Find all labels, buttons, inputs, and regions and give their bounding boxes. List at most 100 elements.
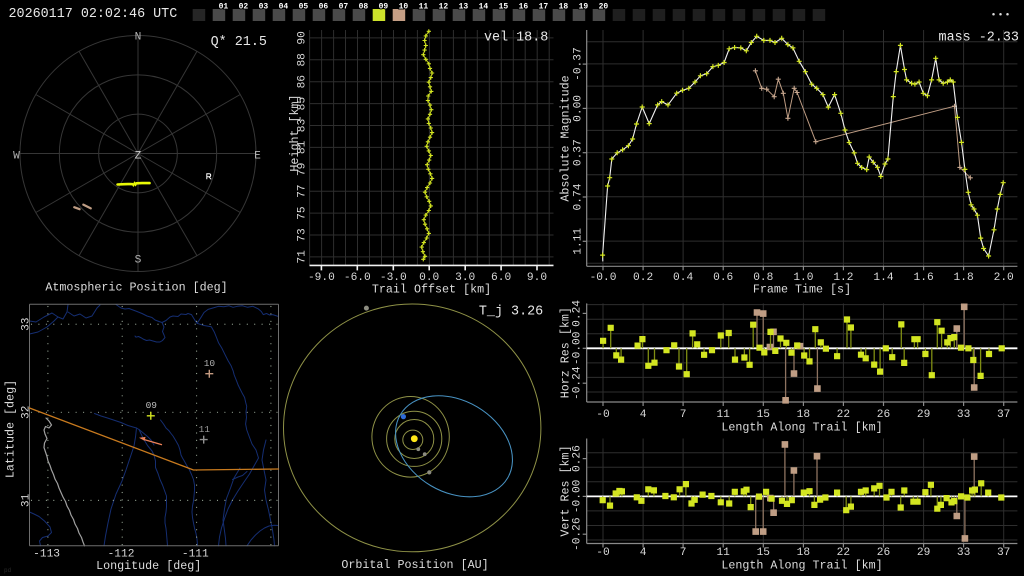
svg-text:4: 4 <box>640 547 647 559</box>
svg-text:T_j 3.26: T_j 3.26 <box>479 304 543 319</box>
svg-text:Vert Res [km]: Vert Res [km] <box>559 445 573 536</box>
svg-text:09: 09 <box>379 3 389 12</box>
svg-text:11: 11 <box>716 547 730 559</box>
svg-text:Horz Res [km]: Horz Res [km] <box>559 307 573 398</box>
svg-text:33: 33 <box>21 317 33 330</box>
svg-text:37: 37 <box>997 409 1010 421</box>
svg-text:S: S <box>135 255 142 267</box>
svg-text:0.74: 0.74 <box>573 183 585 210</box>
svg-text:-113: -113 <box>33 549 60 561</box>
svg-text:15: 15 <box>757 409 770 421</box>
svg-text:14: 14 <box>479 3 489 12</box>
svg-text:10: 10 <box>204 358 216 369</box>
svg-text:-0.37: -0.37 <box>573 47 585 81</box>
svg-text:Length Along Trail [km]: Length Along Trail [km] <box>721 421 882 435</box>
svg-text:31: 31 <box>21 493 33 507</box>
svg-text:19: 19 <box>579 3 589 12</box>
svg-text:-0: -0 <box>596 547 610 559</box>
svg-text:Atmospheric Position [deg]: Atmospheric Position [deg] <box>45 281 227 295</box>
svg-text:-9.0: -9.0 <box>308 272 335 284</box>
svg-text:26: 26 <box>877 547 890 559</box>
svg-text:1.4: 1.4 <box>873 272 893 284</box>
svg-text:73: 73 <box>297 228 309 241</box>
svg-text:17: 17 <box>539 3 549 12</box>
svg-text:06: 06 <box>319 3 329 12</box>
svg-text:01: 01 <box>219 3 229 12</box>
svg-text:03: 03 <box>259 3 269 12</box>
svg-text:4: 4 <box>640 409 647 421</box>
svg-text:10: 10 <box>399 3 409 12</box>
svg-text:Longitude [deg]: Longitude [deg] <box>96 559 201 573</box>
svg-text:11: 11 <box>419 3 429 12</box>
svg-text:33: 33 <box>957 547 970 559</box>
svg-text:75: 75 <box>297 206 309 219</box>
svg-text:-0: -0 <box>596 409 610 421</box>
svg-text:1.11: 1.11 <box>573 228 585 255</box>
svg-text:-0.00: -0.00 <box>572 331 584 365</box>
svg-text:0.6: 0.6 <box>713 272 733 284</box>
svg-text:0.24: 0.24 <box>572 300 584 327</box>
svg-text:Trail Offset [km]: Trail Offset [km] <box>372 283 491 297</box>
svg-text:-0.00: -0.00 <box>572 479 584 513</box>
svg-text:20: 20 <box>599 3 609 12</box>
svg-text:W: W <box>13 150 20 162</box>
svg-text:9.0: 9.0 <box>527 272 547 284</box>
svg-text:32: 32 <box>21 406 33 419</box>
svg-text:Z: Z <box>135 150 142 162</box>
svg-text:-0.24: -0.24 <box>572 366 584 400</box>
svg-text:0.37: 0.37 <box>573 139 585 166</box>
svg-text:pd: pd <box>4 567 12 574</box>
svg-text:04: 04 <box>279 3 289 12</box>
svg-text:22: 22 <box>837 409 850 421</box>
svg-text:16: 16 <box>519 3 529 12</box>
svg-text:1.8: 1.8 <box>954 272 974 284</box>
svg-text:Length Along Trail [km]: Length Along Trail [km] <box>721 559 882 573</box>
svg-text:0.26: 0.26 <box>572 445 584 472</box>
svg-text:15: 15 <box>499 3 509 12</box>
svg-text:-0.0: -0.0 <box>590 272 617 284</box>
svg-text:77: 77 <box>297 184 309 197</box>
svg-text:88: 88 <box>297 53 309 66</box>
svg-text:18: 18 <box>797 409 810 421</box>
svg-text:Latitude [deg]: Latitude [deg] <box>4 380 18 478</box>
svg-text:08: 08 <box>359 3 369 12</box>
svg-text:20260117 02:02:46 UTC: 20260117 02:02:46 UTC <box>9 7 178 22</box>
svg-text:07: 07 <box>339 3 349 12</box>
svg-text:26: 26 <box>877 409 890 421</box>
svg-text:29: 29 <box>917 547 930 559</box>
svg-text:15: 15 <box>757 547 770 559</box>
svg-text:7: 7 <box>680 409 687 421</box>
svg-text:Orbital Position [AU]: Orbital Position [AU] <box>341 558 488 572</box>
svg-text:-0.26: -0.26 <box>572 517 584 551</box>
svg-text:N: N <box>135 32 142 44</box>
svg-text:18: 18 <box>559 3 569 12</box>
svg-text:0.00: 0.00 <box>573 95 585 122</box>
svg-text:37: 37 <box>997 547 1010 559</box>
svg-text:12: 12 <box>439 3 449 12</box>
svg-text:0.2: 0.2 <box>633 272 653 284</box>
svg-text:0.4: 0.4 <box>673 272 693 284</box>
svg-text:90: 90 <box>297 31 309 45</box>
svg-text:09: 09 <box>146 400 158 411</box>
svg-text:mass -2.33: mass -2.33 <box>939 31 1019 46</box>
svg-text:Frame Time [s]: Frame Time [s] <box>753 283 851 297</box>
svg-text:Absolute Magnitude: Absolute Magnitude <box>559 75 573 201</box>
svg-text:Height [km]: Height [km] <box>288 94 302 171</box>
svg-text:02: 02 <box>239 3 249 12</box>
svg-text:22: 22 <box>837 547 850 559</box>
svg-text:6.0: 6.0 <box>491 272 511 284</box>
svg-text:1.6: 1.6 <box>914 272 934 284</box>
svg-text:29: 29 <box>917 409 930 421</box>
svg-text:05: 05 <box>299 3 309 12</box>
svg-text:Q* 21.5: Q* 21.5 <box>211 35 267 50</box>
svg-text:13: 13 <box>459 3 469 12</box>
svg-text:86: 86 <box>297 75 309 88</box>
svg-text:33: 33 <box>957 409 970 421</box>
svg-text:11: 11 <box>199 424 211 435</box>
svg-text:18: 18 <box>797 547 810 559</box>
svg-text:2.0: 2.0 <box>994 272 1014 284</box>
svg-text:7: 7 <box>680 547 687 559</box>
svg-text:11: 11 <box>716 409 730 421</box>
svg-text:-6.0: -6.0 <box>344 272 371 284</box>
svg-text:vel 18.8: vel 18.8 <box>484 31 548 46</box>
